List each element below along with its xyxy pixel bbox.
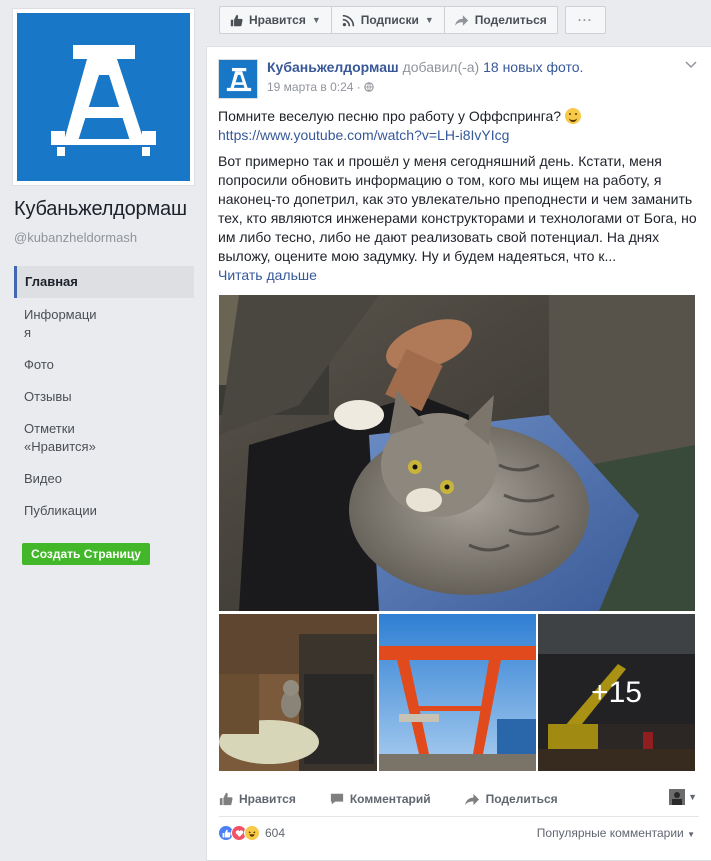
photo-thumb-workshop-crane[interactable]: +15: [538, 614, 695, 771]
post-meta: 19 марта в 0:24 ·: [267, 80, 374, 95]
company-logo: [17, 13, 190, 181]
caret-down-icon: ▼: [688, 792, 697, 802]
comments-sort-dropdown[interactable]: Популярные комментарии ▼: [537, 826, 695, 840]
post-paragraph-2: Вот примерно так и прошёл у меня сегодня…: [218, 153, 697, 264]
share-page-label: Поделиться: [474, 13, 547, 27]
globe-icon[interactable]: [364, 81, 374, 95]
post-action-text: добавил(-а): [402, 59, 480, 75]
reaction-count: 604: [265, 826, 286, 840]
page-nav: Главная Информаци я Фото Отзывы Отметки …: [14, 266, 194, 520]
nav-item-home[interactable]: Главная: [14, 266, 194, 298]
thumbs-up-icon: [219, 792, 233, 806]
nav-item-likes[interactable]: Отметки «Нравится»: [14, 420, 194, 456]
post-timestamp[interactable]: 19 марта в 0:24 ·: [267, 80, 364, 94]
like-page-label: Нравится: [249, 13, 306, 27]
reactions-summary[interactable]: 604: [218, 825, 285, 841]
post-options-chevron-icon[interactable]: [685, 57, 697, 72]
photo-thumb-cat-on-sack[interactable]: [219, 614, 377, 771]
post-as-selector[interactable]: ▼: [669, 789, 697, 805]
feed-post: Кубаньжелдормаш добавил(-а) 18 новых фот…: [206, 46, 711, 861]
post-like-button[interactable]: Нравится: [219, 792, 296, 806]
photo-thumb-gantry-crane[interactable]: [379, 614, 536, 771]
haha-reaction-icon: [244, 825, 260, 841]
post-share-label: Поделиться: [485, 792, 558, 806]
share-page-button[interactable]: Поделиться: [443, 6, 558, 34]
nav-item-info[interactable]: Информаци я: [14, 306, 194, 342]
post-comment-button[interactable]: Комментарий: [330, 792, 431, 806]
thumbs-up-icon: [230, 14, 243, 27]
main-photo-cat[interactable]: [219, 295, 695, 611]
left-sidebar: Кубаньжелдормаш @kubanzheldormash Главна…: [0, 0, 206, 861]
nav-item-posts[interactable]: Публикации: [14, 502, 194, 520]
page-name[interactable]: Кубаньжелдормаш: [14, 198, 187, 221]
share-arrow-icon: [464, 793, 480, 806]
post-actions: Нравится Комментарий Поделиться ▼: [219, 785, 699, 813]
nav-item-videos[interactable]: Видео: [14, 470, 194, 488]
new-photos-link[interactable]: 18 новых фото.: [483, 59, 583, 75]
page-profile-picture[interactable]: [12, 8, 195, 186]
create-page-button[interactable]: Создать Страницу: [22, 543, 150, 565]
divider: [219, 816, 699, 817]
post-author-avatar[interactable]: [218, 59, 258, 99]
nav-item-reviews[interactable]: Отзывы: [14, 388, 194, 406]
subscribe-button[interactable]: Подписки ▼: [330, 6, 445, 34]
share-arrow-icon: [454, 14, 469, 27]
caret-down-icon: ▼: [311, 15, 321, 25]
caret-down-icon: ▼: [424, 15, 434, 25]
comments-sort-label: Популярные комментарии: [536, 826, 684, 840]
post-share-button[interactable]: Поделиться: [464, 792, 558, 806]
post-paragraph-1: Помните веселую песню про работу у Оффсп…: [218, 108, 562, 124]
post-like-label: Нравится: [239, 792, 296, 806]
read-more-link[interactable]: Читать дальше: [218, 267, 317, 283]
nav-item-photos[interactable]: Фото: [14, 356, 194, 374]
more-options-button[interactable]: ···: [564, 6, 606, 34]
smiley-emoji-icon: [564, 108, 581, 124]
subscribe-label: Подписки: [360, 13, 419, 27]
post-author-link[interactable]: Кубаньжелдормаш: [267, 59, 399, 75]
page-handle[interactable]: @kubanzheldormash: [14, 230, 137, 245]
rss-icon: [342, 14, 355, 27]
post-comment-label: Комментарий: [349, 792, 431, 806]
caret-down-icon: ▼: [687, 830, 695, 839]
like-page-button[interactable]: Нравится ▼: [219, 6, 332, 34]
viewer-avatar: [669, 789, 686, 805]
comment-icon: [330, 792, 344, 806]
page-action-bar: Нравится ▼ Подписки ▼ Поделиться ···: [219, 6, 606, 34]
youtube-link[interactable]: https://www.youtube.com/watch?v=LH-i8IvY…: [218, 127, 509, 143]
post-header: Кубаньжелдормаш добавил(-а) 18 новых фот…: [267, 59, 583, 75]
post-body: Помните веселую песню про работу у Оффсп…: [218, 107, 698, 292]
more-photos-count[interactable]: +15: [538, 614, 695, 771]
